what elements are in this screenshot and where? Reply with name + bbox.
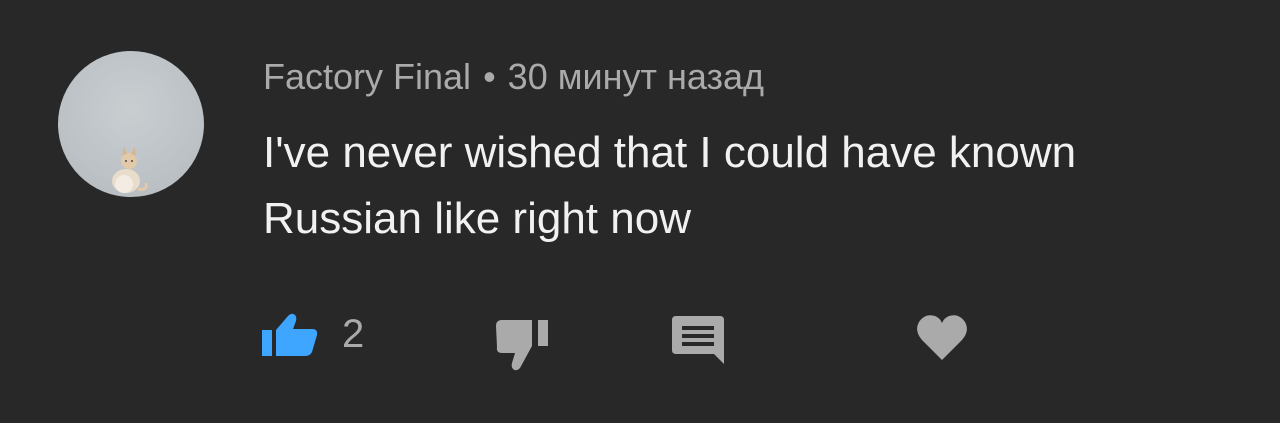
reply-button[interactable] xyxy=(672,316,724,364)
like-button[interactable] xyxy=(262,312,320,356)
meta-separator: • xyxy=(483,56,496,97)
comment-icon xyxy=(672,316,724,364)
comment-item: Factory Final • 30 минут назад I've never … xyxy=(0,0,1280,423)
avatar[interactable] xyxy=(58,51,204,197)
dislike-button[interactable] xyxy=(496,320,552,372)
comment-text: I've never wished that I could have know… xyxy=(263,128,1077,243)
comment-timestamp: 30 минут назад xyxy=(507,56,764,97)
like-count: 2 xyxy=(342,312,365,356)
comment-meta: Factory Final • 30 минут назад xyxy=(263,56,764,98)
heart-button[interactable] xyxy=(916,314,968,360)
author-name[interactable]: Factory Final xyxy=(263,56,471,97)
thumbs-up-icon xyxy=(262,313,318,356)
cat-image xyxy=(112,147,148,193)
heart-icon xyxy=(917,315,967,360)
thumbs-down-icon xyxy=(496,320,548,371)
comment-actions: 2 xyxy=(0,300,1280,380)
